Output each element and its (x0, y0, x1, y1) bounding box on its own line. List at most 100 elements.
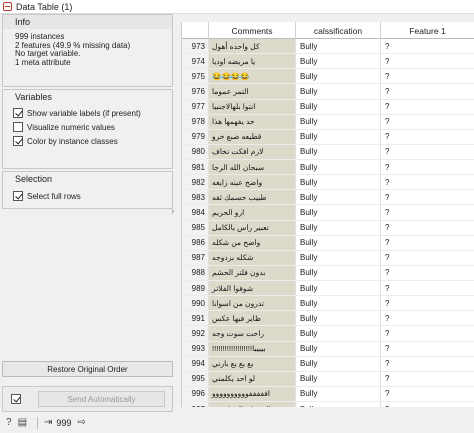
table-row[interactable]: 996 افففففوووووووووو Bully? (182, 386, 474, 402)
classification-cell[interactable]: Bully (296, 99, 381, 115)
classification-cell[interactable]: Bully (296, 54, 381, 70)
comment-cell[interactable]: ظاير فيها عكس (209, 311, 296, 327)
corner-cell[interactable] (182, 22, 209, 39)
restore-original-order-button[interactable]: Restore Original Order (2, 361, 173, 377)
row-index-cell[interactable]: 974 (182, 54, 209, 70)
classification-cell[interactable]: Bully (296, 175, 381, 191)
feature-cell[interactable]: ? (381, 160, 474, 176)
row-index-cell[interactable]: 976 (182, 84, 209, 100)
table-row[interactable]: 994 يع يع يع بارني Bully? (182, 356, 474, 372)
table-row[interactable]: 980 لازم افكت تخاف Bully? (182, 144, 474, 160)
comment-cell[interactable]: 😂😂😂😂 (209, 69, 296, 85)
comment-cell[interactable]: شوفوا الفلاتر (209, 281, 296, 297)
feature-cell[interactable]: ? (381, 402, 474, 407)
select-full-rows-checkbox[interactable]: Select full rows (3, 189, 172, 203)
table-row[interactable]: 991 ظاير فيها عكس Bully? (182, 311, 474, 327)
feature-cell[interactable]: ? (381, 54, 474, 70)
classification-cell[interactable]: Bully (296, 114, 381, 130)
classification-cell[interactable]: Bully (296, 371, 381, 387)
row-index-cell[interactable]: 996 (182, 386, 209, 402)
row-index-cell[interactable]: 984 (182, 205, 209, 221)
table-row[interactable]: 990 تدرون من اسوانا Bully? (182, 296, 474, 312)
checkbox-icon[interactable] (13, 122, 23, 132)
feature-cell[interactable]: ? (381, 266, 474, 281)
help-icon[interactable]: ? (6, 417, 12, 428)
comment-cell[interactable]: كل واحده أهول (209, 39, 296, 55)
classification-cell[interactable]: Bully (296, 356, 381, 372)
row-index-cell[interactable]: 973 (182, 39, 209, 55)
feature-cell[interactable]: ? (381, 39, 474, 55)
feature-cell[interactable]: ? (381, 145, 474, 160)
comment-cell[interactable]: سبحان الله الرجا (209, 160, 296, 176)
comment-cell[interactable]: ارو الحريم (209, 205, 296, 221)
table-row[interactable]: 973 كل واحده أهول Bully? (182, 39, 474, 55)
classification-cell[interactable]: Bully (296, 281, 381, 297)
feature-cell[interactable]: ? (381, 387, 474, 402)
feature-cell[interactable]: ? (381, 372, 474, 387)
report-icon[interactable]: ▤ (18, 417, 27, 428)
row-index-cell[interactable]: 981 (182, 160, 209, 176)
classification-cell[interactable]: Bully (296, 341, 381, 357)
feature-cell[interactable]: ? (381, 100, 474, 115)
table-row[interactable]: 982 واضح عينه زايغه Bully? (182, 175, 474, 191)
classification-cell[interactable]: Bully (296, 326, 381, 342)
row-index-cell[interactable]: 992 (182, 326, 209, 342)
row-index-cell[interactable]: 979 (182, 129, 209, 145)
row-index-cell[interactable]: 993 (182, 341, 209, 357)
feature-cell[interactable]: ? (381, 281, 474, 297)
show-variable-labels-checkbox[interactable]: Show variable labels (if present) (3, 106, 172, 120)
comment-cell[interactable]: يع يع يع بارني (209, 356, 296, 372)
row-index-cell[interactable]: 980 (182, 144, 209, 160)
row-index-cell[interactable]: 987 (182, 250, 209, 266)
table-row[interactable]: 985 تعبير راس بالكامل Bully? (182, 220, 474, 236)
comment-cell[interactable]: التمر عموما (209, 84, 296, 100)
feature-cell[interactable]: ? (381, 190, 474, 206)
classification-cell[interactable]: Bully (296, 235, 381, 251)
row-index-cell[interactable]: 977 (182, 99, 209, 115)
table-row[interactable]: 992 راحت سوت وجه Bully? (182, 326, 474, 342)
feature-cell[interactable]: ? (381, 311, 474, 327)
feature-cell[interactable]: ? (381, 357, 474, 372)
table-row[interactable]: 984 ارو الحريم Bully? (182, 205, 474, 221)
table-row[interactable]: 977 انتوا بلهالاجنبيا Bully? (182, 99, 474, 115)
checkbox-icon[interactable] (13, 108, 23, 118)
classification-cell[interactable]: Bully (296, 386, 381, 402)
table-row[interactable]: 997الشريان المراهقينBully? (182, 402, 474, 407)
comment-cell[interactable]: تدرون من اسوانا (209, 296, 296, 312)
comment-cell[interactable]: واضح من شكله (209, 235, 296, 251)
classification-cell[interactable]: Bully (296, 160, 381, 176)
comment-cell[interactable]: حد يفهمها هذا (209, 114, 296, 130)
row-index-cell[interactable]: 995 (182, 371, 209, 387)
classification-cell[interactable]: Bully (296, 144, 381, 160)
table-row[interactable]: 989 شوفوا الفلاتر Bully? (182, 281, 474, 297)
comment-cell[interactable]: تعبير راس بالكامل (209, 220, 296, 236)
comment-cell[interactable]: طبيب حسمك ثقه (209, 190, 296, 206)
row-index-cell[interactable]: 989 (182, 281, 209, 297)
classification-cell[interactable]: Bully (296, 265, 381, 281)
feature-cell[interactable]: ? (381, 221, 474, 236)
auto-send-checkbox[interactable] (11, 394, 21, 404)
table-row[interactable]: 981 سبحان الله الرجا Bully? (182, 160, 474, 176)
feature-cell[interactable]: ? (381, 175, 474, 191)
feature-cell[interactable]: ? (381, 326, 474, 342)
send-automatically-button[interactable]: Send Automatically (38, 391, 165, 407)
comment-cell[interactable]: انتوا بلهالاجنبيا (209, 99, 296, 115)
color-by-class-checkbox[interactable]: Color by instance classes (3, 134, 172, 148)
table-row[interactable]: 983 طبيب حسمك ثقه Bully? (182, 190, 474, 206)
row-index-cell[interactable]: 975 (182, 69, 209, 85)
row-index-cell[interactable]: 994 (182, 356, 209, 372)
classification-cell[interactable]: Bully (296, 129, 381, 145)
checkbox-icon[interactable] (13, 191, 23, 201)
comment-cell[interactable]: شكله بزدوجه (209, 250, 296, 266)
classification-cell[interactable]: Bully (296, 220, 381, 236)
classification-cell[interactable]: Bully (296, 190, 381, 206)
column-header-feature-1[interactable]: Feature 1 (381, 22, 474, 39)
feature-cell[interactable]: ? (381, 251, 474, 266)
feature-cell[interactable]: ? (381, 130, 474, 145)
row-index-cell[interactable]: 991 (182, 311, 209, 327)
comment-cell[interactable]: قطيعه ضبع خرو (209, 129, 296, 145)
comment-cell[interactable]: افففففوووووووووو (209, 386, 296, 402)
comment-cell[interactable]: الشريان المراهقين (209, 402, 296, 407)
comment-cell[interactable]: بيبيبا!!!!!!!!!!!!!!!!!!! (209, 341, 296, 357)
feature-cell[interactable]: ? (381, 205, 474, 221)
